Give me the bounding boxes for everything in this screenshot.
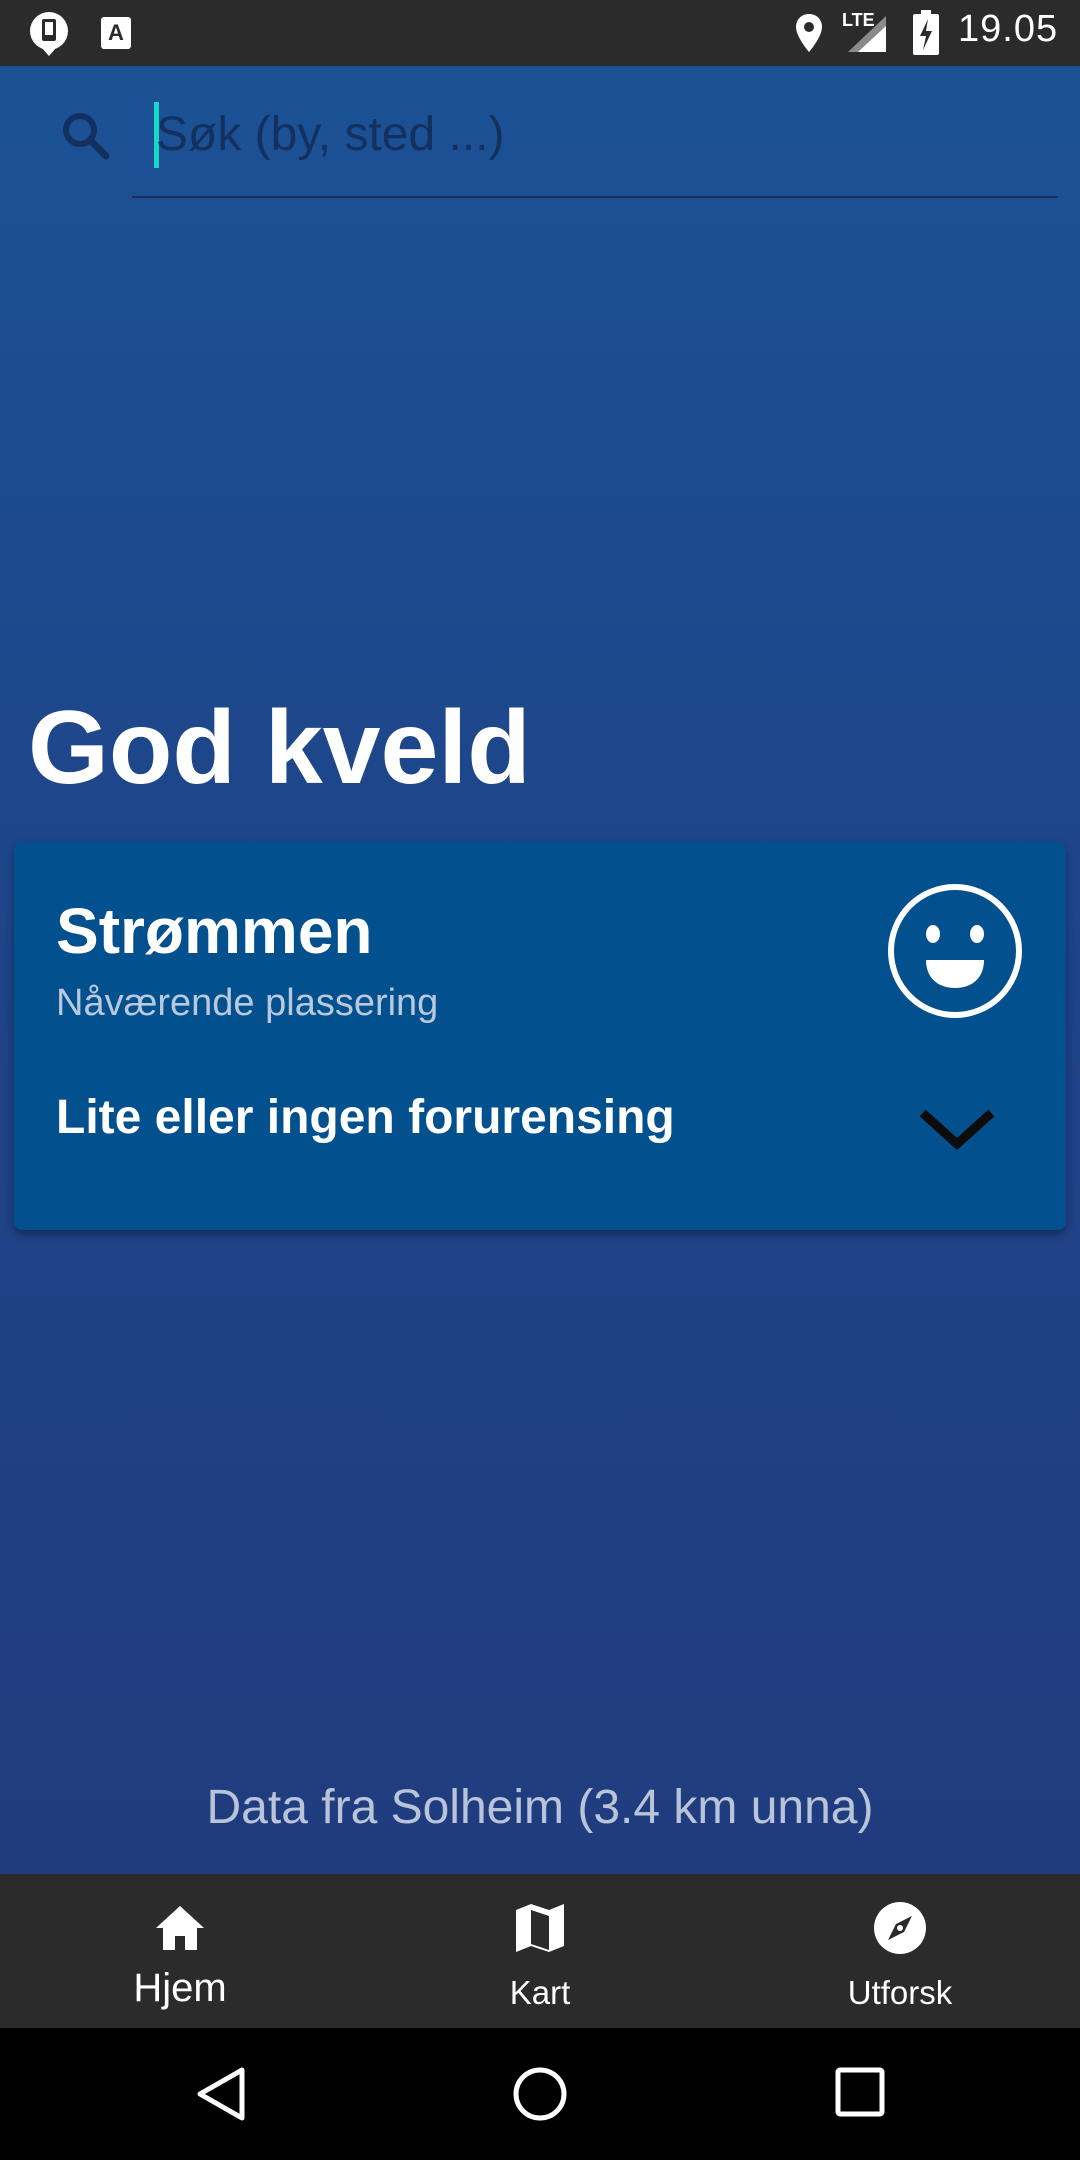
bottom-navigation: Hjem Kart Utforsk <box>0 1874 1080 2028</box>
nav-item-home[interactable]: Hjem <box>0 1874 360 2028</box>
nav-item-explore[interactable]: Utforsk <box>720 1874 1080 2028</box>
pollution-status: Lite eller ingen forurensing <box>56 1091 675 1144</box>
chevron-down-icon[interactable] <box>912 1094 1002 1170</box>
data-source-text: Data fra Solheim (3.4 km unna) <box>206 1781 874 1834</box>
greeting-title: God kveld <box>28 690 531 806</box>
search-icon[interactable] <box>58 108 114 164</box>
nav-label-map: Kart <box>509 1974 571 2011</box>
system-navigation-bar <box>0 2028 1080 2160</box>
nav-label-explore: Utforsk <box>847 1974 953 2011</box>
location-icon <box>796 14 822 52</box>
location-name: Strømmen <box>56 895 373 967</box>
location-subtitle: Nåværende plassering <box>56 982 439 1024</box>
location-card[interactable]: Strømmen Nåværende plassering Lite eller… <box>14 842 1066 1230</box>
compass-icon <box>874 1902 926 1954</box>
svg-text:A: A <box>108 20 124 45</box>
status-bar: A LTE 19.05 <box>0 0 1080 66</box>
battery-charging-icon <box>913 10 939 55</box>
smiley-icon <box>888 884 1022 1018</box>
back-icon[interactable] <box>192 2064 252 2124</box>
screen: A LTE 19.05 Søk (by, sted ...) God kveld… <box>0 0 1080 2160</box>
recent-apps-icon[interactable] <box>832 2064 890 2122</box>
nav-item-map[interactable]: Kart <box>360 1874 720 2028</box>
status-time: 19.05 <box>958 8 1059 50</box>
home-icon <box>156 1906 204 1950</box>
keyboard-a-icon: A <box>101 17 131 49</box>
nav-label-home: Hjem <box>133 1966 227 2010</box>
search-input[interactable]: Søk (by, sted ...) <box>132 96 1058 198</box>
search-placeholder: Søk (by, sted ...) <box>156 108 505 161</box>
map-icon <box>516 1904 564 1952</box>
home-circle-icon[interactable] <box>510 2064 570 2124</box>
signal-icon <box>848 16 886 52</box>
notification-icon <box>30 12 68 56</box>
